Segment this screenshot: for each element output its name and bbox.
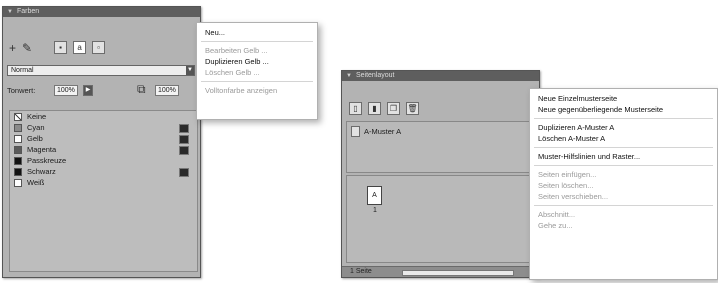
swatch-chip [14,134,22,143]
delete-page-icon[interactable]: 🗑 [406,102,419,115]
page-thumbnail[interactable]: A [367,186,382,205]
menu-item-show-spot-colors[interactable]: Vollton­farbe anzeigen [197,85,317,96]
page-count: 1 Seite [350,268,372,275]
swatch-chip [14,145,22,154]
menu-separator [534,165,713,166]
swatch-name: Gelb [27,134,43,143]
menu-item-delete[interactable]: Löschen Gelb ... [197,67,317,78]
master-page-item[interactable]: A-Muster A [351,126,401,137]
list-item-swatch-passkreuze[interactable]: Passkreuze [10,155,197,166]
menu-item-insert-pages[interactable]: Seiten einfügen... [530,169,717,180]
menu-separator [534,118,713,119]
opacity-icon: ⧉ [137,82,146,96]
edit-swatch-icon[interactable]: ✎ [22,42,32,54]
facing-pages-icon[interactable]: ▮ [368,102,381,115]
swatch-name: Passkreuze [27,156,67,165]
page-layout-toolbar: ▯ ▮ ❐ 🗑 [349,102,419,115]
text-color-icon[interactable]: a [73,41,87,54]
duplicate-page-icon[interactable]: ❐ [387,102,400,115]
swatch-name: Cyan [27,123,45,132]
page-layout-panel: ▼ Seitenlayout ▯ ▮ ❐ 🗑 A-Muster A A 1 1 … [341,70,540,278]
page-layout-footer: 1 Seite [342,266,539,277]
scrollbar[interactable] [402,270,514,276]
page-layout-titlebar[interactable]: ▼ Seitenlayout [342,71,539,81]
list-item-swatch-gelb[interactable]: Gelb [10,133,197,144]
list-item-swatch-keine[interactable]: Keine [10,111,197,122]
swatch-chip [14,123,22,132]
fill-icon[interactable]: ▪ [54,41,68,54]
menu-item-edit[interactable]: Bearbeiten Gelb ... [197,45,317,56]
swatch-name: Magenta [27,145,57,154]
menu-item-duplicate[interactable]: Duplizieren Gelb ... [197,56,317,67]
page-layout-context-menu: Neue Einzelmusterseite Neue gegenüberlie… [529,88,718,280]
document-pages-area: A 1 [346,175,535,263]
swatch-name: Keine [27,112,47,121]
master-page-icon [351,126,360,137]
menu-item-move-pages[interactable]: Seiten verschieben... [530,191,717,202]
menu-separator [534,147,713,148]
new-swatch-icon[interactable]: + [9,42,16,54]
swatches-panel: ▼ Farben + ✎ ▪ a ▫ Normal ▼ Tonwert: 100… [2,6,201,278]
swatches-context-menu: Neu... Bearbeiten Gelb ... Duplizieren G… [196,22,318,120]
menu-item-section[interactable]: Abschnitt... [530,209,717,220]
menu-item-go-to[interactable]: Gehe zu... [530,220,717,231]
swatch-chip-none [14,112,22,121]
page-thumbnail-label: A [372,192,377,199]
collapse-arrow-icon[interactable]: ▼ [346,71,352,81]
menu-separator [534,205,713,206]
menu-item-delete-master[interactable]: Löschen A-Muster A [530,133,717,144]
tint-value-field[interactable]: 100% [54,85,78,96]
cmyk-icon [179,168,189,177]
swatches-panel-tab-label: Farben [16,8,40,15]
swatch-chip [14,178,22,187]
master-page-name: A-Muster A [364,127,402,136]
list-item-swatch-cyan[interactable]: Cyan [10,122,197,133]
menu-item-new[interactable]: Neu... [197,27,317,38]
master-pages-area: A-Muster A [346,121,535,173]
list-item-swatch-schwarz[interactable]: Schwarz [10,166,197,177]
cmyk-icon [179,146,189,155]
swatches-toolbar: + ✎ ▪ a ▫ [9,41,106,54]
swatch-chip [14,167,22,176]
cmyk-icon [179,124,189,133]
menu-item-master-guides-grid[interactable]: Muster-Hilfslinien und Raster... [530,151,717,162]
stroke-icon[interactable]: ▫ [92,41,106,54]
list-item-swatch-magenta[interactable]: Magenta [10,144,197,155]
swatch-name: Schwarz [27,167,56,176]
opacity-value-field[interactable]: 100% [155,85,179,96]
blend-mode-select[interactable]: Normal ▼ [7,65,195,76]
menu-item-new-single-master[interactable]: Neue Einzelmusterseite [530,93,717,104]
blend-mode-value: Normal [11,67,34,74]
chevron-down-icon: ▼ [186,66,194,75]
single-page-icon[interactable]: ▯ [349,102,362,115]
cmyk-icon [179,135,189,144]
swatch-name: Weiß [27,178,45,187]
menu-separator [201,41,313,42]
tint-label: Tonwert: [7,86,36,95]
swatch-chip [14,156,22,165]
menu-item-delete-pages[interactable]: Seiten löschen... [530,180,717,191]
menu-separator [201,81,313,82]
menu-item-new-facing-master[interactable]: Neue gegenüberliegende Musterseite [530,104,717,115]
swatches-panel-titlebar[interactable]: ▼ Farben [3,7,200,17]
page-number: 1 [373,207,377,214]
menu-item-duplicate-master[interactable]: Duplizieren A-Muster A [530,122,717,133]
swatch-list: Keine Cyan Gelb Magenta Passkreuze Schwa… [9,110,198,272]
tint-arrow-icon[interactable]: ▶ [83,85,93,96]
page-layout-title: Seitenlayout [355,72,395,79]
collapse-arrow-icon[interactable]: ▼ [7,7,13,17]
list-item-swatch-weiss[interactable]: Weiß [10,177,197,188]
